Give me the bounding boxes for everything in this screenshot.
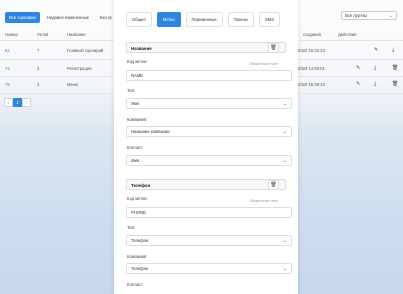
tab-general[interactable]: Общее	[126, 12, 152, 27]
contact-select-value: Имя	[131, 158, 140, 163]
delete-label-button[interactable]: 🗑	[268, 43, 279, 53]
col-actions: Действия	[338, 32, 357, 37]
row-number[interactable]: 78	[5, 82, 10, 87]
tab-tokens[interactable]: Токены	[227, 12, 254, 27]
code-input-value: NAME	[131, 73, 144, 78]
company-select[interactable]: Название компании ⌄	[126, 126, 292, 137]
download-icon[interactable]: ⤓	[374, 65, 376, 71]
group-select-value: Все группы	[345, 13, 367, 18]
chevron-down-icon: ⌄	[282, 128, 287, 135]
download-icon[interactable]: ⤓	[374, 81, 376, 87]
download-icon[interactable]: ⤓	[392, 47, 394, 53]
pagination: ‹ 1 ›	[4, 98, 31, 107]
trash-icon[interactable]: 🗑	[392, 65, 398, 71]
company-select-value: Телефон	[131, 266, 149, 271]
required-hint: Обязательное поле	[249, 199, 278, 203]
contact-label: Контакт:	[127, 282, 144, 287]
trash-icon: 🗑	[270, 182, 277, 188]
required-hint: Обязательное поле	[249, 62, 278, 66]
type-select-value: Имя	[131, 101, 140, 106]
tab-labels[interactable]: Метки	[156, 12, 181, 27]
type-label: Тип:	[127, 225, 136, 230]
prev-page-button[interactable]: ‹	[4, 98, 13, 107]
contact-select[interactable]: Имя ⌄	[126, 155, 292, 166]
row-name: Регистрация	[67, 66, 92, 71]
tab-without-group[interactable]: Без гр	[96, 12, 116, 23]
tab-all-scenarios[interactable]: Все сценарии	[5, 12, 40, 23]
chevron-down-icon: ⌄	[282, 265, 287, 272]
chevron-down-icon: ⌄	[282, 237, 287, 244]
tab-recently-modified[interactable]: Недавно измененные	[43, 12, 93, 23]
row-created: 2020 14:59:01	[298, 66, 325, 71]
row-steps: 7	[37, 48, 40, 53]
delete-label-button[interactable]: 🗑	[268, 180, 279, 190]
col-steps: Узлов	[37, 32, 49, 37]
type-select-value: Телефон	[131, 238, 149, 243]
code-input[interactable]: PHONE	[126, 207, 292, 218]
label-section-header: Название	[126, 42, 286, 53]
col-number: Номер	[5, 32, 18, 37]
scenario-tabs: Все сценарии Недавно измененные Без гр	[5, 12, 116, 23]
edit-icon[interactable]: ✎	[374, 47, 378, 53]
row-created: 2020 15:39:33	[298, 82, 325, 87]
chevron-down-icon: ⌄	[282, 157, 287, 164]
company-select[interactable]: Телефон ⌄	[126, 263, 292, 274]
code-input[interactable]: NAME	[126, 70, 292, 81]
tab-variables[interactable]: Переменные	[185, 12, 223, 27]
group-select[interactable]: Все группы ⌄	[341, 11, 397, 20]
row-number[interactable]: 62	[5, 48, 10, 53]
row-steps: 3	[37, 82, 40, 87]
company-select-value: Название компании	[131, 129, 170, 134]
code-label: Код метки:	[127, 59, 148, 64]
trash-icon[interactable]: 🗑	[392, 81, 398, 87]
col-name: Название	[67, 32, 86, 37]
label-section-header: Телефон	[126, 179, 286, 190]
label-section-title: Название	[131, 46, 152, 51]
chevron-down-icon: ⌄	[282, 100, 287, 107]
row-number[interactable]: 74	[5, 66, 10, 71]
row-created: 2020 15:02:23	[298, 48, 325, 53]
contact-label: Контакт:	[127, 145, 144, 150]
edit-icon[interactable]: ✎	[356, 81, 360, 87]
trash-icon: 🗑	[270, 45, 277, 51]
type-select[interactable]: Имя ⌄	[126, 98, 292, 109]
page-1-button[interactable]: 1	[13, 98, 22, 107]
tab-sms[interactable]: SMS	[258, 12, 280, 27]
modal-tabs: Общее Метки Переменные Токены SMS	[126, 12, 280, 27]
type-select[interactable]: Телефон ⌄	[126, 235, 292, 246]
col-created: создания	[303, 32, 321, 37]
code-label: Код метки:	[127, 196, 148, 201]
label-section-title: Телефон	[131, 183, 151, 188]
company-label: Компания:	[127, 117, 148, 122]
row-name: Меню	[67, 82, 79, 87]
company-label: Компания:	[127, 254, 148, 259]
next-page-button[interactable]: ›	[22, 98, 31, 107]
edit-icon[interactable]: ✎	[356, 65, 360, 71]
row-name: Главный сценарий	[67, 48, 104, 53]
chevron-down-icon: ⌄	[388, 12, 393, 19]
type-label: Тип:	[127, 88, 136, 93]
row-steps: 3	[37, 66, 40, 71]
code-input-value: PHONE	[131, 210, 146, 215]
